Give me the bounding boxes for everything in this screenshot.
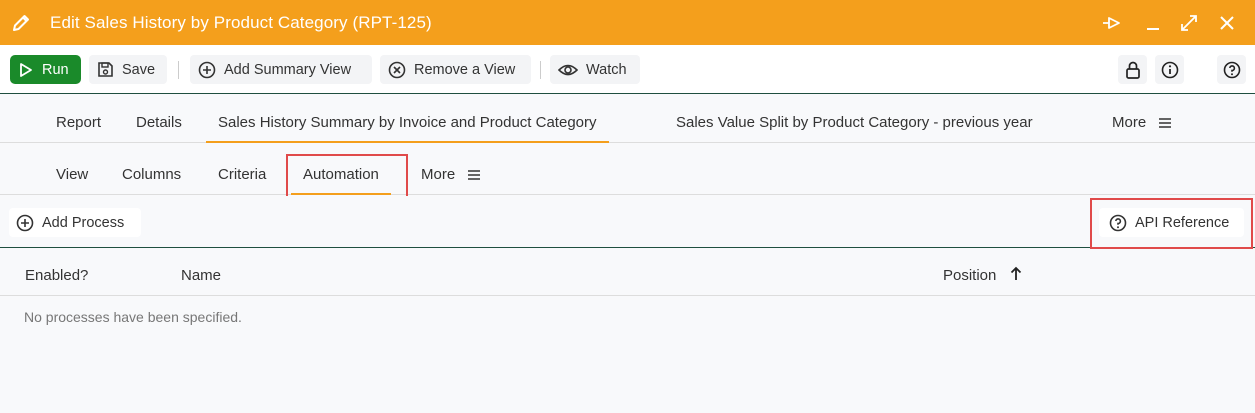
add-process-button[interactable]: Add Process (9, 208, 141, 237)
tab-view[interactable]: View (56, 144, 88, 195)
minimize-icon[interactable] (1141, 11, 1165, 35)
menu-icon (1159, 118, 1172, 128)
help-icon (1223, 61, 1240, 78)
column-position[interactable]: Position (943, 249, 1023, 303)
x-circle-icon (388, 61, 406, 78)
help-icon (1109, 214, 1127, 231)
toolbar: Run Save Add Summary View Remove a View … (0, 45, 1255, 94)
remove-view-label: Remove a View (414, 61, 516, 78)
save-label: Save (122, 61, 156, 78)
secondary-tabs: View Columns Criteria Automation More (0, 144, 1255, 195)
more-label: More (1112, 114, 1147, 131)
title-bar: Edit Sales History by Product Category (… (0, 0, 1255, 45)
run-button[interactable]: Run (10, 55, 81, 84)
more-label: More (421, 166, 456, 183)
help-button[interactable] (1217, 55, 1246, 84)
column-position-label: Position (943, 267, 997, 284)
tab-report[interactable]: Report (56, 95, 101, 143)
tab-more-primary[interactable]: More (1112, 95, 1172, 143)
pin-icon[interactable] (1100, 11, 1124, 35)
toolbar-separator (540, 61, 541, 79)
add-process-label: Add Process (42, 214, 125, 231)
watch-button[interactable]: Watch (550, 55, 640, 84)
lock-icon (1125, 61, 1140, 79)
tab-sales-history-summary[interactable]: Sales History Summary by Invoice and Pro… (206, 95, 608, 143)
column-name[interactable]: Name (181, 249, 221, 303)
tab-sales-value-split[interactable]: Sales Value Split by Product Category - … (676, 95, 1033, 143)
tab-criteria[interactable]: Criteria (218, 144, 266, 195)
tab-details[interactable]: Details (136, 95, 182, 143)
remove-view-button[interactable]: Remove a View (380, 55, 531, 84)
tab-more-secondary[interactable]: More (421, 144, 481, 195)
menu-icon (468, 170, 481, 180)
empty-message: No processes have been specified. (24, 309, 242, 325)
save-button[interactable]: Save (89, 55, 167, 84)
tab-columns[interactable]: Columns (122, 144, 181, 195)
sort-ascending-icon (1010, 266, 1021, 280)
play-icon (20, 62, 32, 77)
add-summary-view-label: Add Summary View (224, 61, 352, 78)
watch-label: Watch (586, 61, 627, 78)
toolbar-separator (178, 61, 179, 79)
api-reference-button[interactable]: API Reference (1099, 208, 1244, 237)
tab-automation[interactable]: Automation (291, 144, 391, 195)
add-summary-view-button[interactable]: Add Summary View (190, 55, 372, 84)
lock-button[interactable] (1118, 55, 1147, 84)
eye-icon (558, 64, 578, 75)
info-button[interactable] (1155, 55, 1184, 84)
table-header: Enabled? Name Position (0, 249, 1255, 296)
primary-tabs: Report Details Sales History Summary by … (0, 95, 1255, 143)
pencil-icon (10, 12, 32, 34)
save-icon (98, 62, 113, 77)
plus-circle-icon (198, 61, 216, 78)
maximize-icon[interactable] (1177, 11, 1201, 35)
action-bar: Add Process API Reference (0, 196, 1255, 248)
plus-circle-icon (16, 214, 34, 231)
close-icon[interactable] (1215, 11, 1239, 35)
run-label: Run (42, 61, 69, 78)
info-icon (1161, 61, 1178, 78)
column-enabled[interactable]: Enabled? (25, 249, 88, 303)
window-title: Edit Sales History by Product Category (… (50, 13, 432, 32)
api-reference-label: API Reference (1135, 214, 1230, 231)
